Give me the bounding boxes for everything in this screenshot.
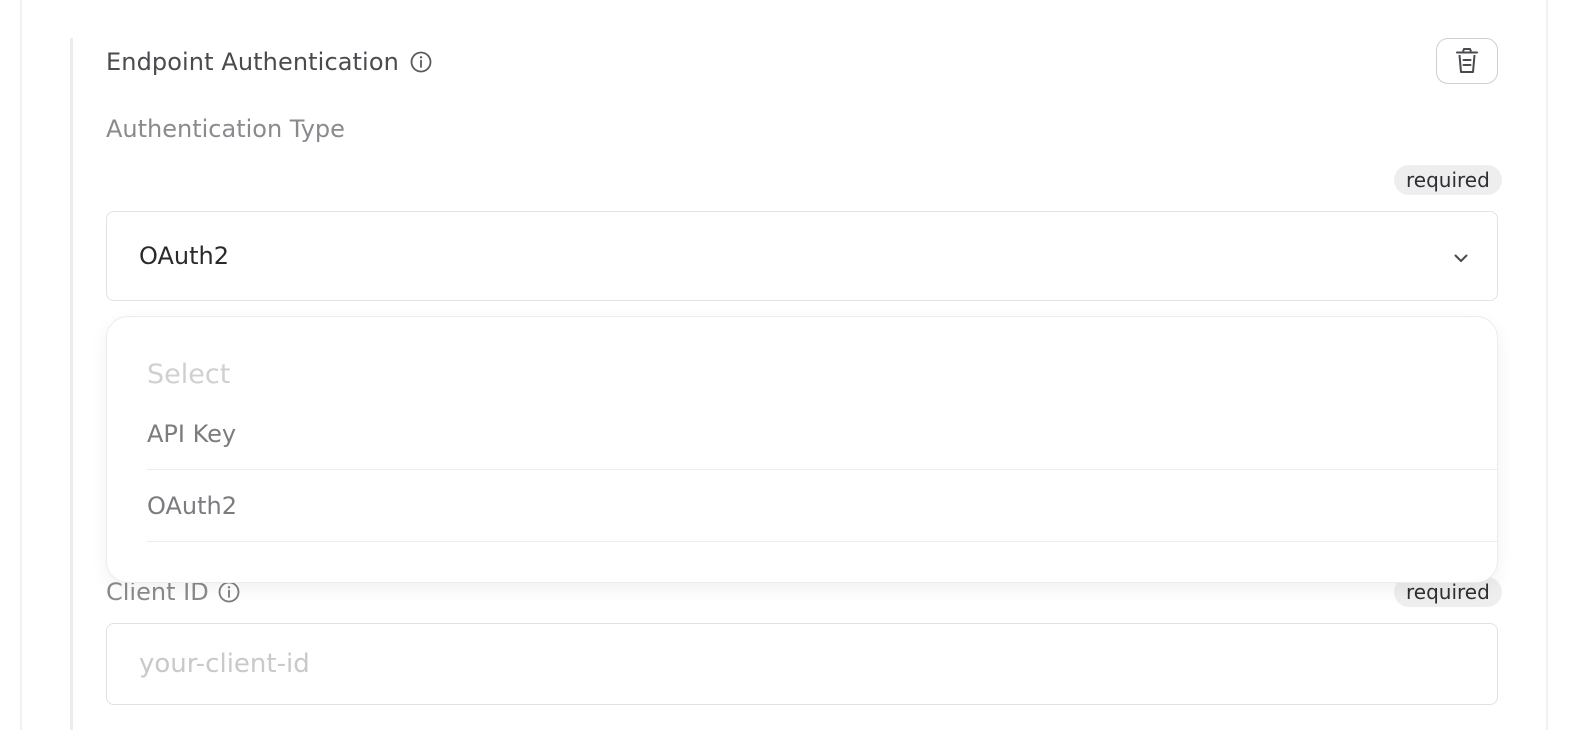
endpoint-auth-page: Endpoint Authentication Authentication T…: [0, 0, 1580, 730]
trash-icon: [1456, 48, 1478, 73]
auth-type-selected-value: OAuth2: [139, 242, 229, 270]
container-border-right: [1546, 0, 1548, 730]
section-title: Endpoint Authentication: [106, 48, 399, 76]
auth-type-dropdown-menu: Select API Key OAuth2: [106, 316, 1498, 583]
dropdown-option-api-key[interactable]: API Key: [147, 398, 1497, 470]
container-border-left: [20, 0, 22, 730]
option-label: API Key: [147, 419, 237, 448]
info-icon[interactable]: [409, 50, 433, 74]
auth-type-label: Authentication Type: [106, 115, 345, 143]
dropdown-option-oauth2[interactable]: OAuth2: [147, 470, 1497, 542]
auth-type-required-badge: required: [1394, 165, 1502, 195]
dropdown-placeholder: Select: [147, 359, 231, 390]
section-header: Endpoint Authentication: [106, 40, 433, 84]
client-id-input[interactable]: [106, 623, 1498, 705]
chevron-down-icon: [1454, 254, 1468, 262]
auth-type-select[interactable]: OAuth2: [106, 211, 1498, 301]
delete-section-button[interactable]: [1436, 38, 1498, 84]
section-indent-bar: [70, 38, 73, 730]
client-id-info-icon[interactable]: [217, 580, 241, 604]
option-label: OAuth2: [147, 491, 237, 520]
